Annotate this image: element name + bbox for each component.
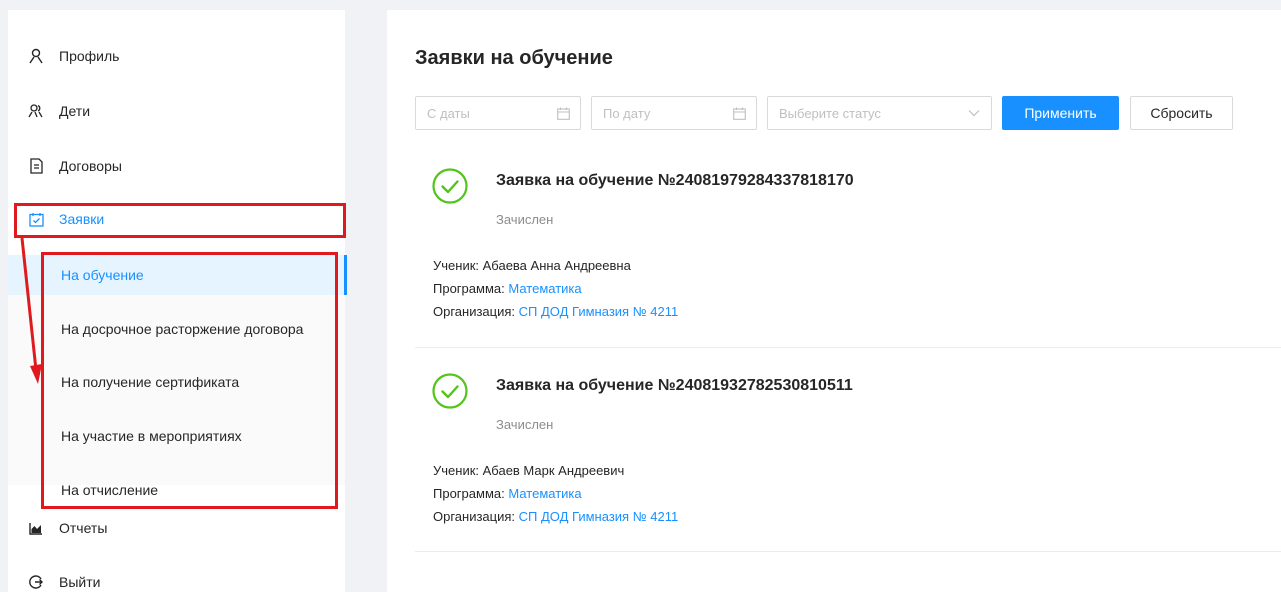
- from-date-picker[interactable]: С даты: [415, 96, 581, 130]
- divider: [415, 347, 1281, 348]
- sidebar-item-contracts[interactable]: Договоры: [8, 149, 345, 183]
- calendar-check-icon: [28, 211, 44, 227]
- student-label: Ученик:: [433, 258, 480, 273]
- student-name: Абаева Анна Андреевна: [482, 258, 631, 273]
- organization-link[interactable]: СП ДОД Гимназия № 4211: [519, 509, 679, 524]
- sidebar-item-reports[interactable]: Отчеты: [8, 511, 345, 545]
- student-line: Ученик: Абаева Анна Андреевна: [433, 258, 631, 273]
- organization-label: Организация:: [433, 304, 516, 319]
- submenu-item-label: На обучение: [61, 267, 144, 283]
- program-link[interactable]: Математика: [508, 486, 581, 501]
- sidebar-item-label: Заявки: [59, 211, 105, 227]
- organization-line: Организация: СП ДОД Гимназия № 4211: [433, 509, 678, 524]
- document-icon: [28, 158, 44, 174]
- sidebar-item-profile[interactable]: Профиль: [8, 39, 345, 73]
- program-label: Программа:: [433, 281, 505, 296]
- from-date-placeholder: С даты: [427, 105, 470, 121]
- sidebar-item-label: Дети: [59, 103, 91, 119]
- sidebar-item-children[interactable]: Дети: [8, 94, 345, 128]
- student-label: Ученик:: [433, 463, 480, 478]
- program-line: Программа: Математика: [433, 281, 582, 296]
- application-status: Зачислен: [496, 417, 554, 432]
- application-title: Заявка на обучение №24081979284337818170: [496, 172, 854, 189]
- submenu-item-label: На досрочное расторжение договора: [61, 321, 304, 337]
- organization-link[interactable]: СП ДОД Гимназия № 4211: [519, 304, 679, 319]
- program-line: Программа: Математика: [433, 486, 582, 501]
- student-line: Ученик: Абаев Марк Андреевич: [433, 463, 624, 478]
- student-name: Абаев Марк Андреевич: [482, 463, 625, 478]
- submenu-item-label: На отчисление: [61, 482, 159, 498]
- submenu-item-events[interactable]: На участие в мероприятиях: [8, 416, 345, 456]
- status-placeholder: Выберите статус: [779, 105, 881, 121]
- sidebar-item-label: Выйти: [59, 574, 101, 590]
- sidebar-item-label: Договоры: [59, 158, 122, 174]
- submenu-item-label: На участие в мероприятиях: [61, 428, 242, 444]
- application-card[interactable]: Заявка на обучение №24081932782530810511…: [415, 365, 1281, 535]
- sidebar-item-applications[interactable]: Заявки: [8, 202, 345, 236]
- users-icon: [28, 103, 44, 119]
- main-content: Заявки на обучение С даты По дату Выбери…: [387, 10, 1281, 592]
- calendar-icon: [556, 106, 570, 120]
- status-select[interactable]: Выберите статус: [767, 96, 992, 130]
- submenu-item-expulsion[interactable]: На отчисление: [8, 470, 345, 510]
- reset-button[interactable]: Сбросить: [1130, 96, 1233, 130]
- check-circle-icon: [432, 168, 468, 204]
- application-card[interactable]: Заявка на обучение №24081979284337818170…: [415, 160, 1281, 330]
- submenu-item-training[interactable]: На обучение: [8, 255, 347, 295]
- page-title: Заявки на обучение: [415, 47, 613, 69]
- area-chart-icon: [28, 520, 44, 536]
- program-link[interactable]: Математика: [508, 281, 581, 296]
- application-title: Заявка на обучение №24081932782530810511: [496, 377, 853, 394]
- sidebar-item-logout[interactable]: Выйти: [8, 565, 345, 592]
- submenu-item-early-termination[interactable]: На досрочное расторжение договора: [8, 309, 345, 349]
- apply-button[interactable]: Применить: [1002, 96, 1119, 130]
- to-date-placeholder: По дату: [603, 105, 651, 121]
- calendar-icon: [732, 106, 746, 120]
- application-status: Зачислен: [496, 212, 554, 227]
- to-date-picker[interactable]: По дату: [591, 96, 757, 130]
- sidebar-item-label: Отчеты: [59, 520, 108, 536]
- chevron-down-icon: [967, 106, 981, 120]
- sidebar: Профиль Дети Договоры Заявки На обучение…: [8, 10, 347, 592]
- organization-line: Организация: СП ДОД Гимназия № 4211: [433, 304, 678, 319]
- submenu-item-certificate[interactable]: На получение сертификата: [8, 362, 345, 402]
- sidebar-item-label: Профиль: [59, 48, 120, 64]
- logout-icon: [28, 574, 44, 590]
- program-label: Программа:: [433, 486, 505, 501]
- check-circle-icon: [432, 373, 468, 409]
- user-icon: [28, 48, 44, 64]
- organization-label: Организация:: [433, 509, 516, 524]
- divider: [415, 551, 1281, 552]
- submenu-item-label: На получение сертификата: [61, 374, 240, 390]
